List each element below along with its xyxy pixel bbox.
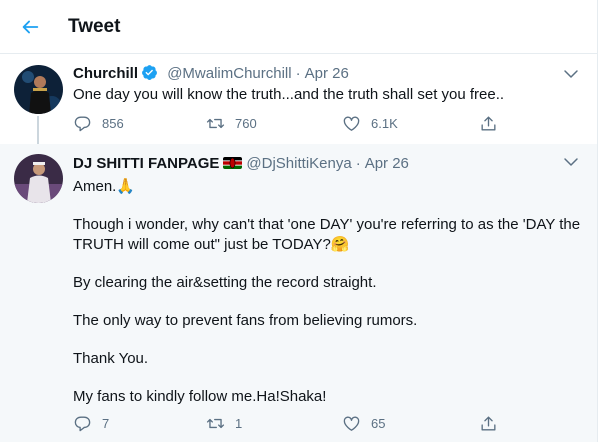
tweet-paragraph: Though i wonder, why can't that 'one DAY…: [73, 216, 581, 253]
retweet-count: 760: [235, 116, 257, 131]
author-handle[interactable]: @DjShittiKenya: [246, 155, 351, 172]
tweet-paragraph: The only way to prevent fans from believ…: [73, 312, 418, 329]
heart-icon: [343, 416, 360, 431]
author-handle[interactable]: @MwalimChurchill: [167, 65, 291, 82]
author-name[interactable]: Churchill: [73, 65, 138, 82]
tweet-timestamp[interactable]: Apr 26: [365, 155, 409, 172]
like-button[interactable]: 65: [342, 414, 385, 433]
separator-dot: ·: [355, 155, 361, 172]
share-button[interactable]: [479, 414, 498, 433]
tweet-author-line: DJ SHITTI FANPAGE @DjShittiKenya · Apr 26: [73, 154, 409, 174]
tweet-actions: 856 760 6.1K: [73, 114, 513, 136]
tweet-paragraph: By clearing the air&setting the record s…: [73, 274, 377, 291]
reply-icon: [74, 416, 91, 432]
reply-count: 856: [102, 116, 124, 131]
tweet-paragraph: Thank You.: [73, 350, 149, 367]
tweet-paragraph: My fans to kindly follow me.Ha!Shaka!: [73, 388, 327, 405]
reply-button[interactable]: 7: [73, 414, 109, 433]
thread-connector: [37, 116, 39, 144]
share-icon: [481, 116, 496, 131]
avatar[interactable]: [14, 65, 63, 114]
share-icon: [481, 416, 496, 431]
page-header: Tweet: [0, 0, 597, 54]
retweet-button[interactable]: 1: [206, 414, 242, 433]
tweet-detail-panel: Tweet Churchill @MwalimChurchill · Apr 26 …: [0, 0, 598, 442]
chevron-down-icon[interactable]: [563, 154, 579, 170]
retweet-icon: [206, 118, 225, 129]
reply-button[interactable]: 856: [73, 114, 124, 133]
share-button[interactable]: [479, 114, 498, 133]
tweet-parent[interactable]: Churchill @MwalimChurchill · Apr 26 One da…: [0, 54, 597, 144]
tweet-reply[interactable]: DJ SHITTI FANPAGE @DjShittiKenya · Apr 26 A…: [0, 144, 597, 442]
heart-icon: [343, 116, 360, 131]
page-title: Tweet: [68, 16, 121, 37]
tweet-text: Amen.🙏 Though i wonder, why can't that '…: [73, 177, 583, 407]
like-count: 65: [371, 416, 386, 431]
retweet-button[interactable]: 760: [206, 114, 257, 133]
reply-count: 7: [102, 416, 110, 431]
verified-badge-icon: [142, 65, 157, 80]
kenya-flag-icon: [223, 157, 243, 169]
author-name[interactable]: DJ SHITTI FANPAGE: [73, 155, 219, 172]
avatar[interactable]: [14, 154, 63, 203]
tweet-text: One day you will know the truth...and th…: [73, 86, 505, 103]
retweet-count: 1: [235, 416, 243, 431]
tweet-author-line: Churchill @MwalimChurchill · Apr 26: [73, 64, 349, 84]
like-button[interactable]: 6.1K: [342, 114, 398, 133]
arrow-left-icon[interactable]: [19, 16, 41, 38]
chevron-down-icon[interactable]: [563, 66, 579, 82]
separator-dot: ·: [295, 65, 301, 82]
like-count: 6.1K: [371, 116, 398, 131]
retweet-icon: [206, 418, 225, 429]
tweet-actions: 7 1 65: [73, 414, 513, 436]
tweet-timestamp[interactable]: Apr 26: [305, 65, 349, 82]
tweet-paragraph: Amen.🙏: [73, 178, 136, 195]
reply-icon: [74, 116, 91, 132]
